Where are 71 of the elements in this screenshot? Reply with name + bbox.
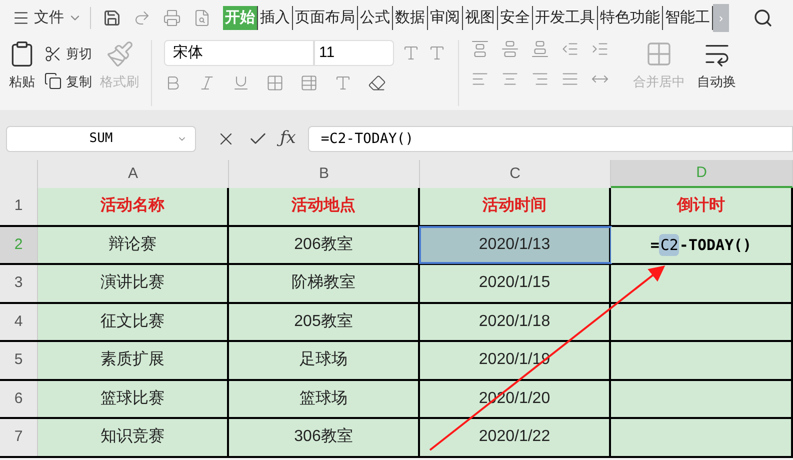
eraser-icon[interactable] [368,74,386,92]
table-cell: =C2-TODAY() [611,226,793,263]
fill-icon[interactable] [300,74,318,92]
table-cell: 活动名称 [38,188,229,224]
table-cell: 知识竞赛 [38,419,229,456]
align-bottom-icon[interactable] [531,40,549,58]
justify-icon[interactable] [561,70,579,88]
search-icon[interactable] [753,8,773,28]
ribbon-tab[interactable]: 安全 [498,6,533,30]
ribbon-tab[interactable]: 特色功能 [598,6,663,30]
redo-icon[interactable] [133,9,151,27]
table-cell: 篮球比赛 [38,380,229,417]
table-cell: 阶梯教室 [229,265,420,302]
table-cell: 205教室 [229,304,420,340]
table-cell: 2020/1/15 [420,265,611,302]
save-icon[interactable] [103,9,121,27]
align-left-icon[interactable] [471,70,489,88]
copy-button[interactable]: 复制 [44,72,92,91]
table-cell: 活动时间 [420,188,611,224]
name-box[interactable]: SUM [6,126,196,152]
ribbon-tab[interactable]: 插入 [258,6,293,30]
align-center-icon[interactable] [501,70,519,88]
align-top-icon[interactable] [471,40,489,58]
border-icon[interactable] [266,74,284,92]
table-cell: 倒计时 [611,188,793,224]
underline-icon[interactable] [232,74,250,92]
table-cell: 演讲比赛 [38,265,229,302]
cut-button[interactable]: 剪切 [44,44,92,64]
table-cell: 篮球场 [229,380,420,417]
row-header[interactable]: 4 [0,304,38,340]
table-cell: 2020/1/18 [420,304,611,340]
grow-font-icon[interactable] [402,44,420,62]
printer-icon[interactable] [163,9,181,27]
ribbon-tab[interactable]: 开发工具 [533,6,598,30]
table-cell: 206教室 [229,226,420,263]
font-size-field[interactable]: 11 [314,40,394,66]
table-cell: 素质扩展 [38,342,229,378]
menu-icon [12,9,30,27]
ribbon-tab[interactable]: 公式 [358,6,393,30]
table-cell: 2020/1/13 [420,226,611,263]
print-preview-icon[interactable] [193,9,211,27]
ribbon-tab[interactable]: 视图 [463,6,498,30]
font-color-icon[interactable] [334,74,352,92]
row-header[interactable]: 7 [0,419,38,456]
row-header[interactable]: 6 [0,380,38,417]
align-middle-icon[interactable] [501,40,519,58]
table-cell: 征文比赛 [38,304,229,340]
table-cell: 活动地点 [229,188,420,224]
ribbon-tab[interactable]: 审阅 [428,6,463,30]
formula-field[interactable]: =C2-TODAY() [308,126,793,152]
table-cell: 足球场 [229,342,420,378]
ribbon-tab[interactable]: 页面布局 [293,6,358,30]
shrink-font-icon[interactable] [428,44,446,62]
indent-decrease-icon[interactable] [561,40,579,58]
row-header[interactable]: 5 [0,342,38,378]
file-menu[interactable]: 文件 [12,6,91,30]
row-header[interactable]: 3 [0,265,38,302]
align-right-icon[interactable] [531,70,549,88]
indent-increase-icon[interactable] [591,40,609,58]
paste-button[interactable]: 粘贴 [8,40,36,106]
table-cell: 306教室 [229,419,420,456]
format-painter-icon [106,40,134,68]
table-cell: 2020/1/22 [420,419,611,456]
ribbon-tab[interactable]: 数据 [393,6,428,30]
wrap-text-button[interactable]: 自动换 [697,40,736,92]
table-cell: 辩论赛 [38,226,229,263]
copy-icon [44,72,62,90]
font-field[interactable]: 宋体 [164,40,314,66]
cut-icon [44,44,62,63]
row-header[interactable]: 1 [0,188,38,224]
merge-center-icon [645,40,673,68]
